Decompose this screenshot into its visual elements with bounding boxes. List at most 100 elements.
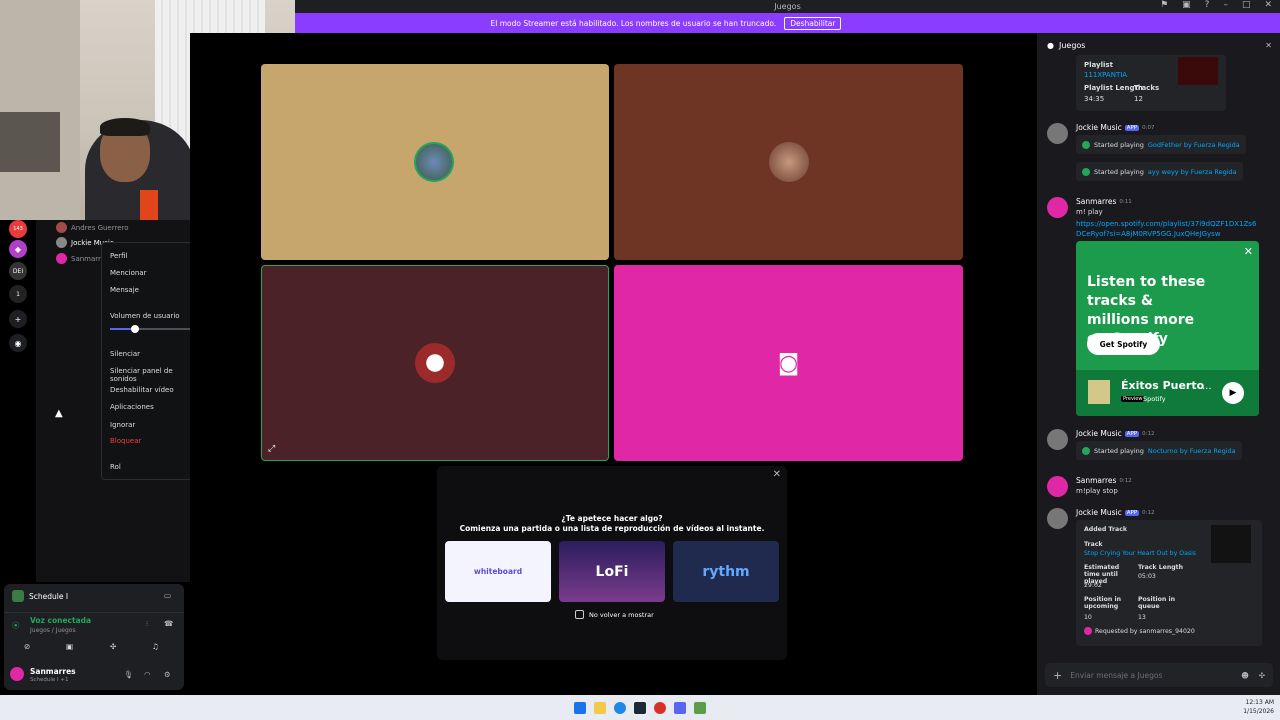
message-author[interactable]: Jockie Music bbox=[1076, 429, 1122, 438]
avatar[interactable] bbox=[1047, 476, 1068, 497]
inbox-icon[interactable]: ▣ bbox=[1182, 0, 1191, 10]
dont-show-again[interactable]: No volver a mostrar bbox=[575, 610, 654, 619]
track-link[interactable]: Stop Crying Your Heart Out by Oasis bbox=[1084, 550, 1196, 557]
close-chat-icon[interactable]: ✕ bbox=[1265, 41, 1272, 50]
message-author[interactable]: Jockie Music bbox=[1076, 123, 1122, 132]
menu-item-role[interactable]: Rol› bbox=[110, 463, 202, 471]
avatar[interactable] bbox=[1047, 123, 1068, 144]
fullscreen-icon[interactable]: ⤢ bbox=[268, 444, 275, 454]
menu-label: Mencionar bbox=[110, 269, 147, 277]
avatar[interactable] bbox=[10, 667, 24, 681]
help-icon[interactable]: ? bbox=[1205, 0, 1210, 10]
menu-item-mute-soundboard[interactable]: Silenciar panel de sonidos bbox=[110, 367, 202, 383]
steam-icon[interactable] bbox=[634, 701, 646, 714]
clock-date: 1/15/2026 bbox=[1243, 708, 1274, 715]
participant-tile[interactable] bbox=[614, 64, 963, 260]
wall bbox=[0, 0, 80, 220]
menu-item-apps[interactable]: Aplicaciones› bbox=[110, 403, 202, 411]
settings-icon[interactable]: ⚙ bbox=[164, 670, 171, 679]
soundboard-icon[interactable]: ♫ bbox=[152, 642, 159, 651]
avatar bbox=[56, 253, 67, 264]
server-icon[interactable]: 143 bbox=[9, 220, 27, 238]
dont-show-checkbox[interactable] bbox=[575, 610, 584, 619]
activities-icon[interactable]: ✣ bbox=[110, 642, 116, 651]
emoji-icon[interactable]: ☻ bbox=[1241, 671, 1249, 680]
participant-tile[interactable] bbox=[261, 64, 609, 260]
track-link[interactable]: GodFether by Fuerza Regida bbox=[1148, 141, 1240, 149]
activity-card-whiteboard[interactable]: whiteboard bbox=[445, 541, 551, 602]
discord-icon[interactable] bbox=[674, 701, 686, 714]
message-author[interactable]: Jockie Music bbox=[1076, 508, 1122, 517]
track-link[interactable]: ayy weyy by Fuerza Regida bbox=[1148, 168, 1237, 176]
server-icon[interactable]: 1 bbox=[9, 285, 27, 303]
close-window-button[interactable]: ✕ bbox=[1264, 0, 1272, 10]
mic-icon[interactable]: 🎙 bbox=[124, 670, 134, 679]
participant-tile[interactable]: ◙ bbox=[614, 265, 963, 461]
playlist-name[interactable]: 111XPANTIA bbox=[1084, 71, 1127, 79]
server-icon[interactable]: DEI bbox=[9, 262, 27, 280]
preview-badge: Preview bbox=[1121, 396, 1145, 402]
chat-channel-name: Juegos bbox=[1058, 40, 1086, 50]
menu-item-message[interactable]: Mensaje bbox=[110, 286, 202, 294]
menu-item-profile[interactable]: Perfil bbox=[110, 252, 202, 260]
minimize-button[interactable]: – bbox=[1223, 0, 1228, 10]
apps-icon[interactable]: ✣ bbox=[1259, 671, 1265, 680]
avatar bbox=[56, 222, 67, 233]
message-author[interactable]: Sanmarres bbox=[1076, 476, 1116, 485]
browser-icon[interactable] bbox=[614, 701, 626, 714]
start-icon[interactable] bbox=[574, 701, 586, 714]
menu-item-block[interactable]: Bloquear bbox=[110, 437, 202, 445]
disable-streamer-button[interactable]: Deshabilitar bbox=[784, 16, 842, 30]
get-spotify-button[interactable]: Get Spotify bbox=[1087, 333, 1160, 355]
app-icon[interactable] bbox=[694, 701, 706, 714]
add-server-icon[interactable]: + bbox=[9, 310, 27, 328]
play-icon[interactable]: ▶ bbox=[1222, 382, 1244, 404]
chrome-icon[interactable] bbox=[654, 701, 666, 714]
avatar[interactable] bbox=[1047, 429, 1068, 450]
mouse-cursor: ▲ bbox=[55, 408, 63, 419]
discover-icon[interactable]: ◉ bbox=[9, 334, 27, 352]
spotify-title[interactable]: Éxitos Puerto bbox=[1121, 379, 1204, 392]
activity-card-rythm[interactable]: rythm bbox=[673, 541, 779, 602]
screen-share-icon[interactable]: ▣ bbox=[66, 642, 73, 651]
more-icon[interactable]: ··· bbox=[1202, 384, 1212, 395]
message-time: 0:07 bbox=[1142, 124, 1155, 131]
close-icon[interactable]: ✕ bbox=[1244, 245, 1253, 258]
menu-label: Bloquear bbox=[110, 437, 142, 445]
disconnect-icon[interactable]: ☎ bbox=[164, 619, 173, 628]
track-link[interactable]: Nocturno by Fuerza Regida bbox=[1148, 447, 1236, 455]
slider-knob[interactable] bbox=[130, 325, 139, 333]
voice-status[interactable]: Voz conectada bbox=[30, 616, 91, 625]
spotify-player: Éxitos Puerto Preview Spotify ··· ▶ bbox=[1076, 370, 1259, 416]
file-explorer-icon[interactable] bbox=[594, 701, 606, 714]
camera-off-icon[interactable]: ⊘ bbox=[24, 642, 30, 651]
chat-input[interactable]: + Enviar mensaje a Juegos ☻ ✣ bbox=[1045, 663, 1273, 687]
screen-icon[interactable]: ▭ bbox=[164, 591, 171, 600]
spotify-link[interactable]: https://open.spotify.com/playlist/37i9dQ… bbox=[1076, 219, 1261, 239]
participant-tile[interactable]: ⤢ bbox=[261, 265, 609, 461]
clock-time: 12:13 AM bbox=[1245, 699, 1274, 706]
maximize-button[interactable]: □ bbox=[1242, 0, 1251, 10]
menu-item-mute[interactable]: Silenciar bbox=[110, 349, 202, 358]
message-time: 0:12 bbox=[1142, 509, 1155, 516]
current-activity[interactable]: Schedule I bbox=[12, 590, 68, 602]
voice-location[interactable]: Juegos / Juegos bbox=[30, 627, 76, 634]
username[interactable]: Sanmarres bbox=[30, 667, 76, 676]
member-item[interactable]: Andres Guerrero bbox=[56, 222, 129, 233]
activity-card-lofi[interactable]: LoFi bbox=[559, 541, 665, 602]
pin-icon[interactable]: ⚑ bbox=[1160, 0, 1168, 10]
close-icon[interactable]: ✕ bbox=[773, 469, 781, 480]
message-author[interactable]: Sanmarres bbox=[1076, 197, 1116, 206]
menu-item-disable-video[interactable]: Deshabilitar vídeo bbox=[110, 385, 202, 394]
avatar[interactable] bbox=[1047, 508, 1068, 529]
menu-item-mention[interactable]: Mencionar bbox=[110, 269, 202, 277]
menu-item-ignore[interactable]: Ignorar bbox=[110, 421, 202, 429]
noise-suppression-icon[interactable]: ⫶ bbox=[146, 619, 148, 629]
app-badge: APP bbox=[1124, 430, 1140, 437]
headphones-icon[interactable]: ◠ bbox=[144, 670, 151, 679]
system-clock[interactable]: 12:13 AM 1/15/2026 bbox=[1243, 698, 1274, 716]
user-volume-slider[interactable] bbox=[110, 325, 202, 333]
add-attachment-icon[interactable]: + bbox=[1053, 669, 1062, 682]
avatar[interactable] bbox=[1047, 197, 1068, 218]
server-icon[interactable]: ◆ bbox=[9, 240, 27, 258]
